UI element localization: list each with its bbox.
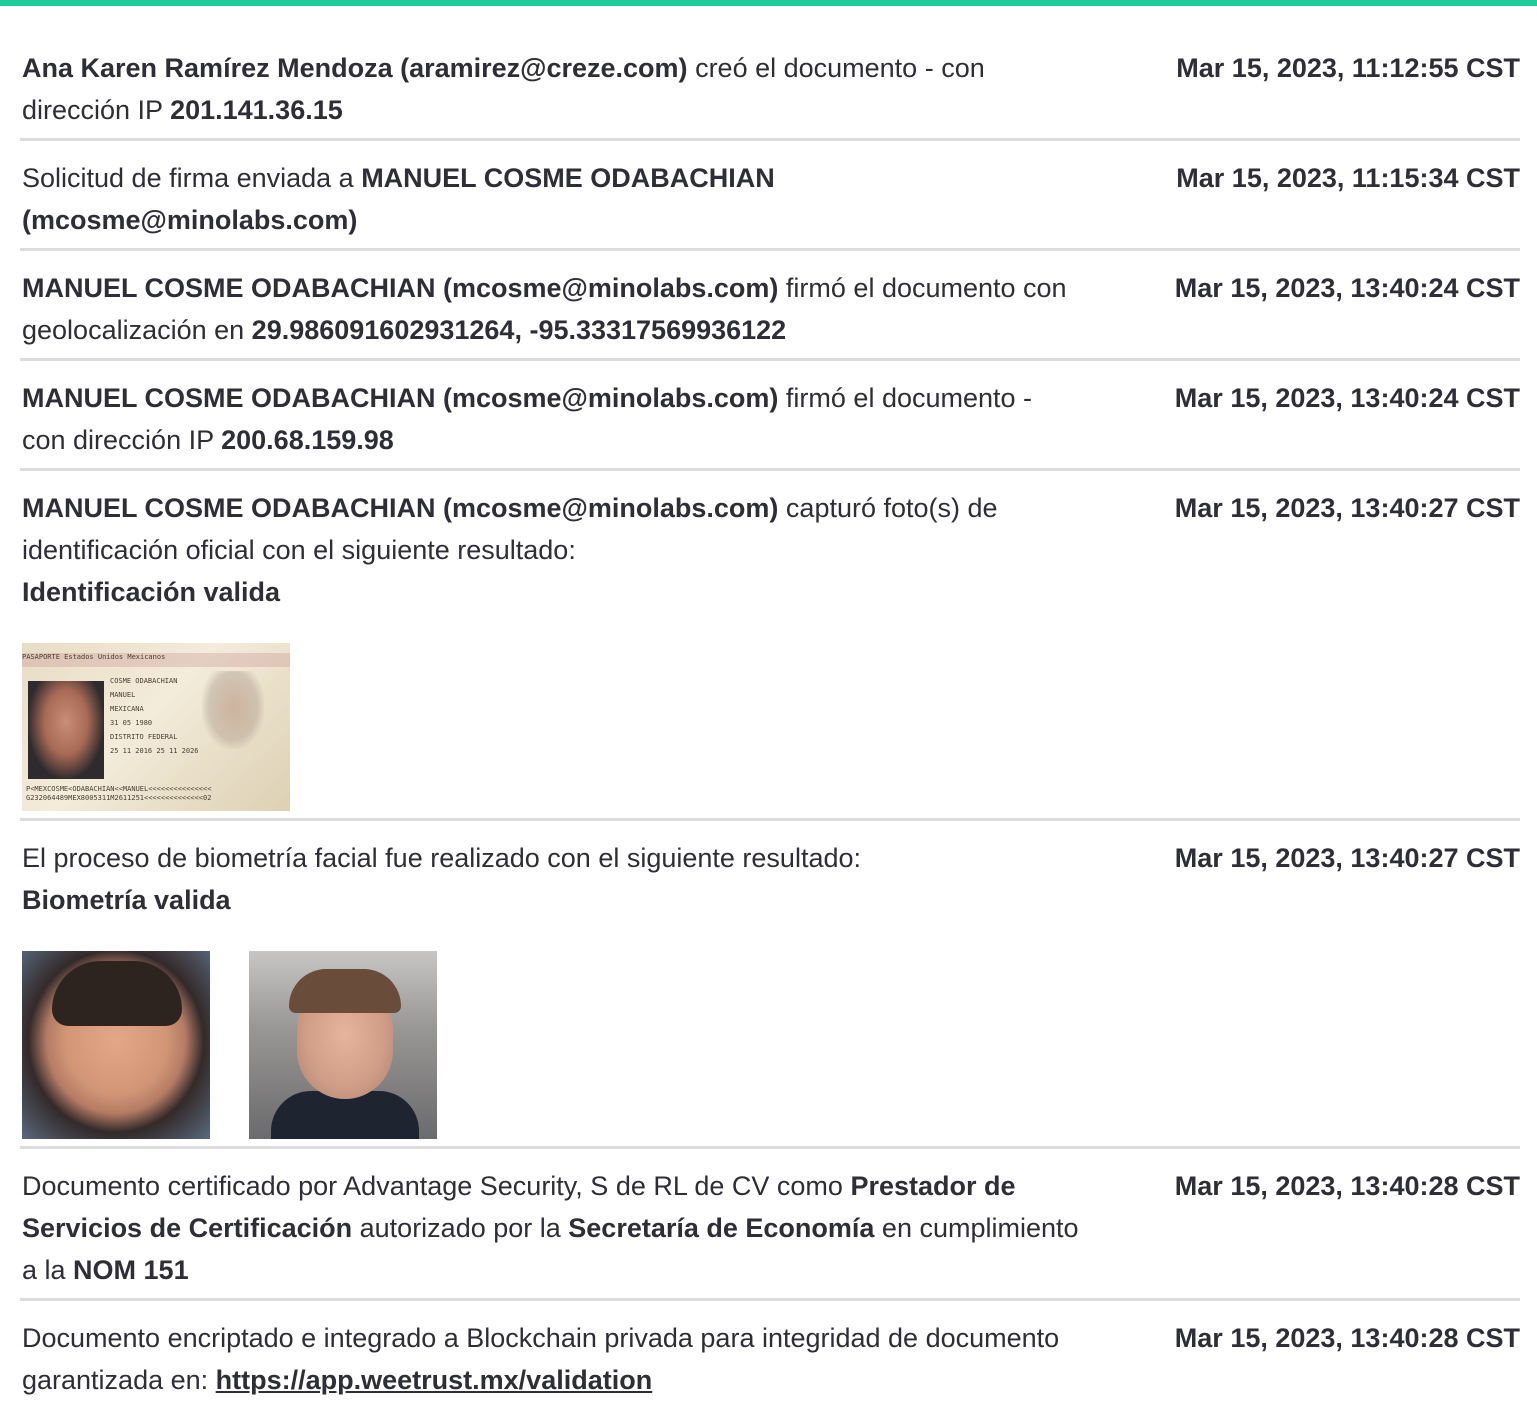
passport-header: PASAPORTE Estados Unidos Mexicanos bbox=[22, 653, 290, 667]
entry-text-bold: Secretaría de Economía bbox=[568, 1213, 875, 1243]
entry-text-bold: 200.68.159.98 bbox=[221, 425, 394, 455]
entry-text-bold: 201.141.36.15 bbox=[170, 95, 343, 125]
entry-text: Documento encriptado e integrado a Block… bbox=[22, 1317, 1082, 1401]
entry-timestamp: Mar 15, 2023, 11:15:34 CST bbox=[1176, 163, 1520, 193]
entry-description: Ana Karen Ramírez Mendoza (aramirez@crez… bbox=[22, 47, 1082, 131]
passport-ghost-portrait bbox=[202, 671, 264, 749]
entry-timestamp: Mar 15, 2023, 11:12:55 CST bbox=[1176, 53, 1520, 83]
audit-log: Ana Karen Ramírez Mendoza (aramirez@crez… bbox=[20, 47, 1520, 1405]
entry-timestamp: Mar 15, 2023, 13:40:24 CST bbox=[1174, 383, 1520, 413]
passport-field: 25 11 2016 25 11 2026 bbox=[110, 747, 199, 755]
entry-images: PASAPORTE Estados Unidos Mexicanos COSME … bbox=[22, 643, 1082, 811]
passport-field: DISTRITO FEDERAL bbox=[110, 733, 178, 741]
entry-text: MANUEL COSME ODABACHIAN (mcosme@minolabs… bbox=[22, 487, 1082, 571]
entry-timestamp: Mar 15, 2023, 13:40:27 CST bbox=[1174, 493, 1520, 523]
entry-text-plain: Documento certificado por Advantage Secu… bbox=[22, 1171, 851, 1201]
log-entry: Ana Karen Ramírez Mendoza (aramirez@crez… bbox=[20, 47, 1520, 141]
entry-text: El proceso de biometría facial fue reali… bbox=[22, 837, 1082, 879]
passport-field: 31 05 1980 bbox=[110, 719, 153, 727]
top-accent-bar bbox=[0, 0, 1537, 6]
entry-timestamp: Mar 15, 2023, 13:40:24 CST bbox=[1174, 273, 1520, 303]
entry-images bbox=[22, 951, 1082, 1139]
passport-mrz: P<MEXCOSME<ODABACHIAN<<MANUEL<<<<<<<<<<<… bbox=[26, 785, 211, 803]
entry-text-plain: El proceso de biometría facial fue reali… bbox=[22, 843, 861, 873]
entry-description: MANUEL COSME ODABACHIAN (mcosme@minolabs… bbox=[22, 487, 1082, 811]
entry-text-bold: MANUEL COSME ODABACHIAN (mcosme@minolabs… bbox=[22, 273, 779, 303]
entry-result: Identificación valida bbox=[22, 577, 281, 607]
entry-text-bold: 29.986091602931264, -95.33317569936122 bbox=[251, 315, 787, 345]
entry-text: Documento certificado por Advantage Secu… bbox=[22, 1165, 1082, 1291]
entry-text-bold: MANUEL COSME ODABACHIAN (mcosme@minolabs… bbox=[22, 383, 779, 413]
entry-description: MANUEL COSME ODABACHIAN (mcosme@minolabs… bbox=[22, 267, 1082, 351]
entry-text-bold: NOM 151 bbox=[73, 1255, 189, 1285]
entry-text-plain: autorizado por la bbox=[352, 1213, 569, 1243]
log-entry: Solicitud de firma enviada a MANUEL COSM… bbox=[20, 157, 1520, 251]
entry-description: Documento certificado por Advantage Secu… bbox=[22, 1165, 1082, 1291]
entry-text-plain: Solicitud de firma enviada a bbox=[22, 163, 362, 193]
entry-description: El proceso de biometría facial fue reali… bbox=[22, 837, 1082, 1139]
entry-timestamp: Mar 15, 2023, 13:40:28 CST bbox=[1174, 1171, 1520, 1201]
entry-timestamp: Mar 15, 2023, 13:40:27 CST bbox=[1174, 843, 1520, 873]
log-entry: El proceso de biometría facial fue reali… bbox=[20, 837, 1520, 1149]
log-entry: MANUEL COSME ODABACHIAN (mcosme@minolabs… bbox=[20, 267, 1520, 361]
passport-field: COSME ODABACHIAN bbox=[110, 677, 178, 685]
log-entry: Documento encriptado e integrado a Block… bbox=[20, 1317, 1520, 1405]
entry-timestamp: Mar 15, 2023, 13:40:28 CST bbox=[1174, 1323, 1520, 1353]
entry-description: Documento encriptado e integrado a Block… bbox=[22, 1317, 1082, 1401]
log-entry: MANUEL COSME ODABACHIAN (mcosme@minolabs… bbox=[20, 377, 1520, 471]
selfie-hair bbox=[289, 969, 401, 1013]
entry-description: MANUEL COSME ODABACHIAN (mcosme@minolabs… bbox=[22, 377, 1082, 461]
id-face-hair bbox=[52, 961, 182, 1026]
id-face-photo bbox=[22, 951, 210, 1139]
entry-text-bold: MANUEL COSME ODABACHIAN (mcosme@minolabs… bbox=[22, 493, 779, 523]
entry-result: Biometría valida bbox=[22, 885, 231, 915]
entry-text-bold: Ana Karen Ramírez Mendoza (aramirez@crez… bbox=[22, 53, 688, 83]
passport-field: MANUEL bbox=[110, 691, 136, 699]
entry-text: Solicitud de firma enviada a MANUEL COSM… bbox=[22, 157, 1082, 241]
log-entry: MANUEL COSME ODABACHIAN (mcosme@minolabs… bbox=[20, 487, 1520, 821]
entry-text: MANUEL COSME ODABACHIAN (mcosme@minolabs… bbox=[22, 267, 1082, 351]
passport-field: MEXICANA bbox=[110, 705, 144, 713]
entry-description: Solicitud de firma enviada a MANUEL COSM… bbox=[22, 157, 1082, 241]
log-entry: Documento certificado por Advantage Secu… bbox=[20, 1165, 1520, 1301]
passport-photo: PASAPORTE Estados Unidos Mexicanos COSME … bbox=[22, 643, 290, 811]
passport-mrz-line: P<MEXCOSME<ODABACHIAN<<MANUEL<<<<<<<<<<<… bbox=[26, 785, 212, 793]
entry-text: Ana Karen Ramírez Mendoza (aramirez@crez… bbox=[22, 47, 1082, 131]
passport-mrz-line: G232064489MEX8005311M2611251<<<<<<<<<<<<… bbox=[26, 794, 212, 802]
selfie-photo bbox=[249, 951, 437, 1139]
passport-portrait bbox=[28, 681, 104, 779]
validation-link[interactable]: https://app.weetrust.mx/validation bbox=[216, 1365, 653, 1395]
entry-text: MANUEL COSME ODABACHIAN (mcosme@minolabs… bbox=[22, 377, 1082, 461]
